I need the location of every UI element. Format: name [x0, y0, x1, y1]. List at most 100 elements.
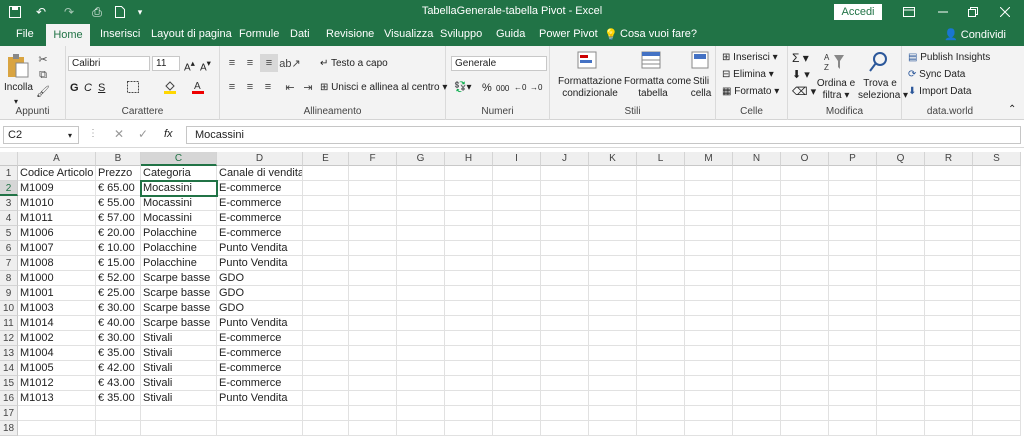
format-painter-icon[interactable]: 🖌: [36, 84, 50, 98]
table-cell[interactable]: E-commerce: [217, 361, 303, 376]
column-header-p[interactable]: P: [829, 152, 877, 166]
empty-cell[interactable]: [541, 406, 589, 421]
table-cell[interactable]: € 25.00: [96, 286, 141, 301]
column-header-d[interactable]: D: [217, 152, 303, 166]
column-header-a[interactable]: A: [18, 152, 96, 166]
empty-cell[interactable]: [925, 256, 973, 271]
empty-cell[interactable]: [925, 241, 973, 256]
header-cell[interactable]: Codice Articolo: [18, 166, 96, 181]
table-cell[interactable]: € 42.00: [96, 361, 141, 376]
table-cell[interactable]: [217, 421, 303, 436]
empty-cell[interactable]: [541, 166, 589, 181]
empty-cell[interactable]: [733, 271, 781, 286]
empty-cell[interactable]: [685, 316, 733, 331]
column-header-s[interactable]: S: [973, 152, 1021, 166]
spreadsheet-grid[interactable]: A B C D E F G H I J K L M N O P Q R S 1 Codice Articolo Prezz…: [0, 152, 1024, 440]
empty-cell[interactable]: [685, 376, 733, 391]
empty-cell[interactable]: [829, 181, 877, 196]
empty-cell[interactable]: [493, 421, 541, 436]
table-cell[interactable]: Scarpe basse: [141, 316, 217, 331]
table-cell[interactable]: M1010: [18, 196, 96, 211]
empty-cell[interactable]: [829, 286, 877, 301]
empty-cell[interactable]: [445, 376, 493, 391]
table-cell[interactable]: € 15.00: [96, 256, 141, 271]
empty-cell[interactable]: [685, 211, 733, 226]
cell-styles-button[interactable]: Stili cella: [686, 76, 716, 100]
format-cells-button[interactable]: ▦ Formato ▾: [722, 86, 779, 98]
decrease-decimal-icon[interactable]: →0: [530, 82, 542, 94]
sort-filter-button[interactable]: Ordina e filtra ▾: [816, 78, 856, 102]
empty-cell[interactable]: [397, 181, 445, 196]
empty-cell[interactable]: [493, 256, 541, 271]
paste-button[interactable]: Incolla: [4, 82, 33, 94]
cut-icon[interactable]: ✂: [36, 52, 50, 66]
column-header-c[interactable]: C: [141, 152, 217, 166]
table-cell[interactable]: M1001: [18, 286, 96, 301]
empty-cell[interactable]: [397, 421, 445, 436]
empty-cell[interactable]: [685, 271, 733, 286]
restore-icon[interactable]: [958, 2, 988, 22]
table-cell[interactable]: M1008: [18, 256, 96, 271]
copy-icon[interactable]: ⧉: [36, 68, 50, 82]
empty-cell[interactable]: [973, 346, 1021, 361]
italic-icon[interactable]: C: [84, 82, 92, 94]
column-header-h[interactable]: H: [445, 152, 493, 166]
empty-cell[interactable]: [685, 361, 733, 376]
empty-cell[interactable]: [349, 301, 397, 316]
empty-cell[interactable]: [973, 226, 1021, 241]
empty-cell[interactable]: [397, 256, 445, 271]
empty-cell[interactable]: [445, 196, 493, 211]
table-cell[interactable]: E-commerce: [217, 226, 303, 241]
decrease-indent-icon[interactable]: ⇤: [282, 80, 298, 94]
empty-cell[interactable]: [637, 391, 685, 406]
table-cell[interactable]: M1002: [18, 331, 96, 346]
empty-cell[interactable]: [493, 226, 541, 241]
empty-cell[interactable]: [493, 181, 541, 196]
cancel-icon[interactable]: ✕: [114, 128, 124, 140]
table-cell[interactable]: GDO: [217, 271, 303, 286]
empty-cell[interactable]: [829, 226, 877, 241]
row-header[interactable]: 4: [0, 211, 18, 226]
empty-cell[interactable]: [877, 166, 925, 181]
empty-cell[interactable]: [349, 346, 397, 361]
empty-cell[interactable]: [303, 181, 349, 196]
empty-cell[interactable]: [829, 406, 877, 421]
empty-cell[interactable]: [781, 406, 829, 421]
empty-cell[interactable]: [541, 196, 589, 211]
empty-cell[interactable]: [541, 331, 589, 346]
empty-cell[interactable]: [781, 391, 829, 406]
empty-cell[interactable]: [829, 421, 877, 436]
empty-cell[interactable]: [685, 241, 733, 256]
table-cell[interactable]: Punto Vendita: [217, 256, 303, 271]
formula-input[interactable]: Mocassini: [186, 126, 1021, 144]
empty-cell[interactable]: [445, 256, 493, 271]
empty-cell[interactable]: [445, 181, 493, 196]
tab-power-pivot[interactable]: Power Pivot: [539, 28, 598, 40]
empty-cell[interactable]: [397, 346, 445, 361]
column-header-g[interactable]: G: [397, 152, 445, 166]
empty-cell[interactable]: [781, 226, 829, 241]
row-header[interactable]: 10: [0, 301, 18, 316]
empty-cell[interactable]: [973, 331, 1021, 346]
table-cell[interactable]: M1005: [18, 361, 96, 376]
empty-cell[interactable]: [925, 226, 973, 241]
row-header[interactable]: 8: [0, 271, 18, 286]
empty-cell[interactable]: [397, 361, 445, 376]
empty-cell[interactable]: [781, 361, 829, 376]
empty-cell[interactable]: [589, 391, 637, 406]
empty-cell[interactable]: [303, 316, 349, 331]
empty-cell[interactable]: [589, 286, 637, 301]
empty-cell[interactable]: [877, 301, 925, 316]
empty-cell[interactable]: [877, 196, 925, 211]
empty-cell[interactable]: [541, 391, 589, 406]
empty-cell[interactable]: [973, 286, 1021, 301]
underline-icon[interactable]: S: [98, 82, 105, 94]
align-bottom-icon[interactable]: ≡: [260, 54, 278, 72]
empty-cell[interactable]: [781, 241, 829, 256]
empty-cell[interactable]: [973, 316, 1021, 331]
empty-cell[interactable]: [349, 331, 397, 346]
empty-cell[interactable]: [781, 271, 829, 286]
table-cell[interactable]: M1006: [18, 226, 96, 241]
empty-cell[interactable]: [303, 226, 349, 241]
empty-cell[interactable]: [877, 181, 925, 196]
